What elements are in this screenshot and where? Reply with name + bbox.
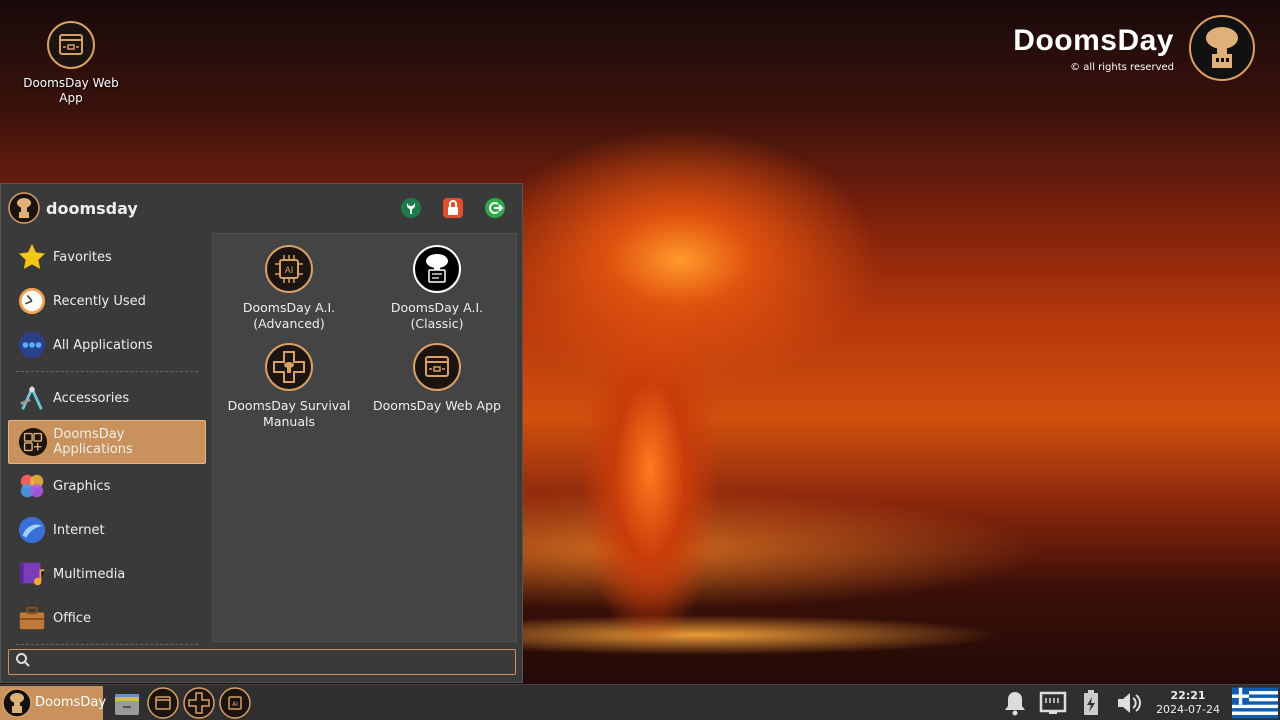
app-label: Manuals xyxy=(263,414,315,429)
web-app-icon xyxy=(412,342,462,392)
desktop-icon-web-app[interactable]: DoomsDay Web App xyxy=(22,20,120,106)
settings-icon[interactable] xyxy=(400,197,422,219)
menu-header: doomsday xyxy=(1,184,522,232)
category-label: Favorites xyxy=(53,249,112,265)
category-label: Accessories xyxy=(53,390,130,406)
app-doomsday-web-app[interactable]: DoomsDay Web App xyxy=(363,342,511,414)
category-label: Office xyxy=(53,610,91,626)
ai-chip-icon: AI xyxy=(264,244,314,294)
logout-icon[interactable] xyxy=(484,197,506,219)
dots-icon xyxy=(16,329,48,361)
user-avatar[interactable] xyxy=(8,192,40,224)
mushroom-chat-icon xyxy=(412,244,462,294)
category-office[interactable]: Office xyxy=(8,596,206,640)
clock[interactable]: 22:21 2024-07-24 xyxy=(1156,689,1220,717)
power-icon[interactable] xyxy=(1076,688,1106,718)
web-app-icon xyxy=(46,20,96,70)
volume-icon[interactable] xyxy=(1114,688,1144,718)
brand-rights: © all rights reserved xyxy=(1070,61,1174,73)
category-multimedia[interactable]: Multimedia xyxy=(8,552,206,596)
user-name: doomsday xyxy=(46,198,138,218)
category-accessories[interactable]: Accessories xyxy=(8,376,206,420)
category-label: All Applications xyxy=(53,337,153,353)
clock-date: 2024-07-24 xyxy=(1156,702,1220,716)
clock-time: 22:21 xyxy=(1170,688,1206,702)
search-icon xyxy=(15,652,31,672)
office-icon xyxy=(16,602,48,634)
svg-text:AI: AI xyxy=(285,266,294,276)
clock-icon xyxy=(16,285,48,317)
accessories-icon xyxy=(16,382,48,414)
lock-icon[interactable] xyxy=(442,197,464,219)
survival-cross-icon[interactable] xyxy=(183,686,215,719)
show-desktop-icon[interactable] xyxy=(111,687,143,719)
doomsday-apps-icon xyxy=(17,426,48,458)
internet-icon xyxy=(16,514,48,546)
graphics-icon xyxy=(16,470,48,502)
separator xyxy=(16,644,198,645)
app-doomsday-survival-manuals[interactable]: DoomsDay Survival Manuals xyxy=(215,342,363,430)
app-label: DoomsDay A.I. xyxy=(390,300,484,315)
mushroom-logo-icon xyxy=(1188,14,1256,82)
category-favorites[interactable]: Favorites xyxy=(8,235,206,279)
separator xyxy=(16,371,198,372)
multimedia-icon xyxy=(16,558,48,590)
greece-flag-icon[interactable] xyxy=(1232,687,1278,719)
app-label: (Advanced) xyxy=(253,316,325,331)
brand-logo: DoomsDay © all rights reserved xyxy=(1013,14,1256,82)
category-sidebar: Favorites Recently Used All Applications… xyxy=(8,235,206,649)
taskbar: DoomsDay AI 22:21 2024-07-24 xyxy=(0,684,1280,720)
category-label: DoomsDay Applications xyxy=(53,427,133,457)
category-doomsday-applications[interactable]: DoomsDay Applications xyxy=(8,420,206,464)
application-menu: doomsday Favorites Recently Used All App… xyxy=(0,183,523,683)
app-doomsday-ai-advanced[interactable]: AI DoomsDay A.I. (Advanced) xyxy=(215,244,363,332)
application-grid: AI DoomsDay A.I. (Advanced) DoomsDay A.I… xyxy=(212,233,517,642)
app-doomsday-ai-classic[interactable]: DoomsDay A.I. (Classic) xyxy=(363,244,511,332)
survival-cross-icon xyxy=(264,342,314,392)
bell-icon[interactable] xyxy=(1000,688,1030,718)
start-menu-button[interactable]: DoomsDay xyxy=(0,685,107,720)
category-all-applications[interactable]: All Applications xyxy=(8,323,206,367)
star-icon xyxy=(16,241,48,273)
category-graphics[interactable]: Graphics xyxy=(8,464,206,508)
category-label: Internet xyxy=(53,522,105,538)
brand-name: DoomsDay xyxy=(1013,23,1174,57)
svg-text:AI: AI xyxy=(232,701,238,708)
doomsday-logo-icon xyxy=(2,687,32,718)
category-internet[interactable]: Internet xyxy=(8,508,206,552)
category-label: Graphics xyxy=(53,478,111,494)
ai-chip-icon[interactable]: AI xyxy=(219,686,251,719)
desktop-icon-label: DoomsDay Web App xyxy=(23,76,119,105)
app-label: (Classic) xyxy=(410,316,464,331)
category-label: Recently Used xyxy=(53,293,146,309)
app-label: DoomsDay Web App xyxy=(373,398,501,413)
start-label: DoomsDay xyxy=(35,695,107,710)
app-label: DoomsDay Survival xyxy=(227,398,351,413)
search-input[interactable] xyxy=(37,654,507,670)
app-label: DoomsDay A.I. xyxy=(242,300,336,315)
category-label: Multimedia xyxy=(53,566,126,582)
search-box[interactable] xyxy=(8,649,516,675)
network-icon[interactable] xyxy=(1038,688,1068,718)
web-app-icon[interactable] xyxy=(147,686,179,719)
category-recently-used[interactable]: Recently Used xyxy=(8,279,206,323)
